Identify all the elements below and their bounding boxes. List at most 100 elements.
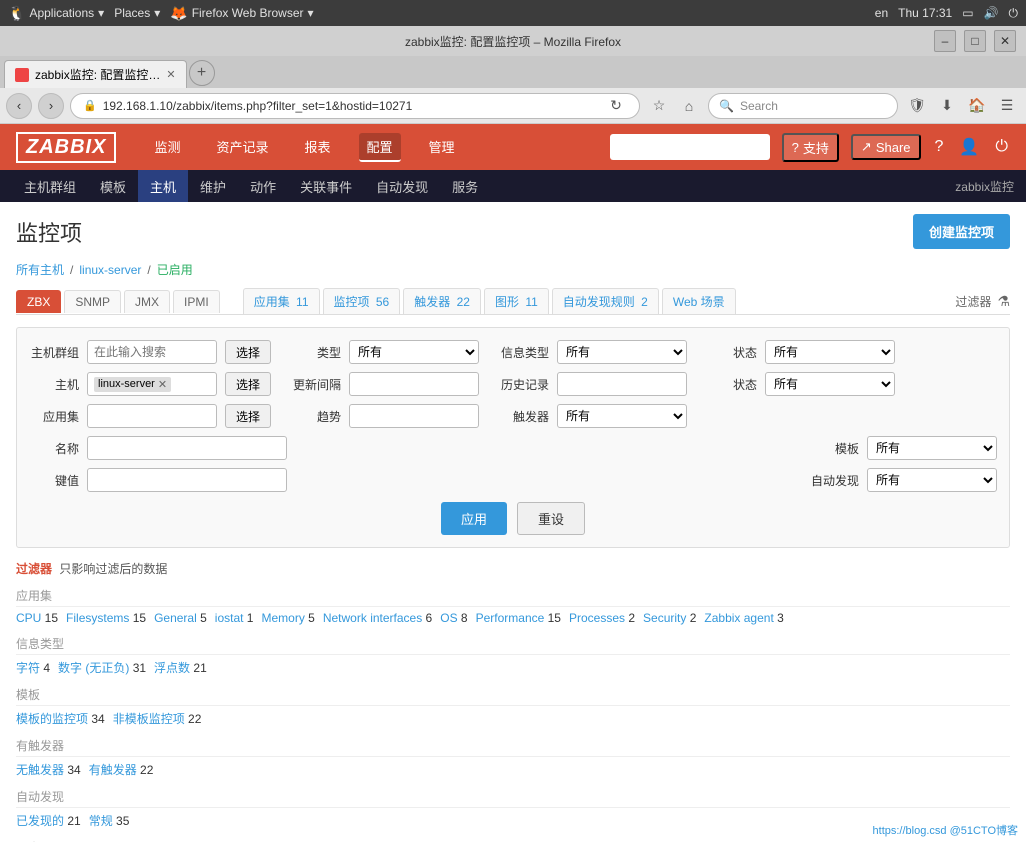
history-input[interactable]: [557, 372, 687, 396]
tab-web-scenarios[interactable]: Web 场景: [662, 288, 736, 314]
info-type-unsigned[interactable]: 数字 (无正负): [58, 661, 129, 675]
minimize-button[interactable]: –: [934, 30, 956, 52]
filter-group-template: 模板 所有: [809, 436, 997, 460]
app-set-link-general[interactable]: General: [154, 611, 197, 625]
tab-graphs[interactable]: 图形 11: [484, 288, 549, 314]
interval-input[interactable]: [349, 372, 479, 396]
status2-select[interactable]: 所有: [765, 372, 895, 396]
maximize-button[interactable]: □: [964, 30, 986, 52]
subnav-templates[interactable]: 模板: [88, 170, 138, 202]
tab-appsets[interactable]: 应用集 11: [243, 288, 320, 314]
create-item-button[interactable]: 创建监控项: [913, 214, 1010, 249]
appset-input[interactable]: [87, 404, 217, 428]
breadcrumb-host[interactable]: linux-server: [79, 263, 141, 277]
badge-ipmi[interactable]: IPMI: [173, 290, 220, 313]
zabbix-logo[interactable]: ZABBIX: [16, 132, 116, 163]
bookmark-icon[interactable]: ☆: [646, 93, 672, 119]
reset-filter-button[interactable]: 重设: [517, 502, 585, 535]
tab-discovery-rules[interactable]: 自动发现规则 2: [552, 288, 659, 314]
autodiscovery-select[interactable]: 所有: [867, 468, 997, 492]
trend-input[interactable]: [349, 404, 479, 428]
app-set-link-os[interactable]: OS: [440, 611, 457, 625]
share-button[interactable]: ↗ Share: [851, 134, 921, 160]
url-bar[interactable]: 🔒 192.168.1.10/zabbix/items.php?filter_s…: [70, 93, 640, 119]
badge-zbx[interactable]: ZBX: [16, 290, 61, 313]
tab-triggers[interactable]: 触发器 22: [403, 288, 481, 314]
no-triggers-link[interactable]: 无触发器: [16, 763, 64, 777]
download-icon[interactable]: ⬇: [934, 93, 960, 119]
non-template-items-link[interactable]: 非模板监控项: [113, 712, 185, 726]
nav-reports[interactable]: 报表: [296, 133, 338, 162]
appset-select-btn[interactable]: 选择: [225, 404, 271, 428]
breadcrumb-all-hosts[interactable]: 所有主机: [16, 261, 64, 278]
trigger-select[interactable]: 所有: [557, 404, 687, 428]
host-tag-remove[interactable]: ✕: [158, 378, 167, 391]
home2-icon[interactable]: 🏠: [964, 93, 990, 119]
applications-menu[interactable]: 🐧 Applications ▾: [8, 5, 104, 22]
close-button[interactable]: ✕: [994, 30, 1016, 52]
template-select[interactable]: 所有: [867, 436, 997, 460]
help-icon[interactable]: ?: [933, 136, 946, 158]
template-items-link[interactable]: 模板的监控项: [16, 712, 88, 726]
power-icon[interactable]: ⏻: [1009, 6, 1019, 21]
active-tab[interactable]: zabbix监控: 配置监控… ✕: [4, 60, 187, 88]
filter-icon[interactable]: ⚗: [997, 293, 1010, 310]
subnav-actions[interactable]: 动作: [238, 170, 288, 202]
info-type-float[interactable]: 浮点数: [154, 661, 190, 675]
badge-jmx[interactable]: JMX: [124, 290, 170, 313]
support-button[interactable]: ? 支持: [782, 133, 839, 162]
menu-icon[interactable]: ☰: [994, 93, 1020, 119]
logout-icon[interactable]: ⏻: [993, 136, 1010, 158]
shield-icon[interactable]: 🛡: [904, 93, 930, 119]
screen-icon[interactable]: ▭: [962, 6, 973, 20]
host-select-btn[interactable]: 选择: [225, 372, 271, 396]
app-set-link-iostat[interactable]: iostat: [215, 611, 244, 625]
has-triggers-link[interactable]: 有触发器: [89, 763, 137, 777]
app-set-link-netinterfaces[interactable]: Network interfaces: [323, 611, 422, 625]
subnav-services[interactable]: 服务: [440, 170, 490, 202]
subnav-discovery[interactable]: 自动发现: [364, 170, 440, 202]
app-set-link-cpu[interactable]: CPU: [16, 611, 41, 625]
badge-snmp[interactable]: SNMP: [64, 290, 121, 313]
new-tab-button[interactable]: +: [189, 60, 215, 86]
forward-button[interactable]: ›: [38, 93, 64, 119]
volume-icon[interactable]: 🔊: [984, 6, 999, 20]
info-type-select[interactable]: 所有: [557, 340, 687, 364]
home-icon[interactable]: ⌂: [676, 93, 702, 119]
subnav-events[interactable]: 关联事件: [288, 170, 364, 202]
browser-menu[interactable]: 🦊 Firefox Web Browser ▾: [170, 5, 313, 22]
browser-search-bar[interactable]: 🔍 Search: [708, 93, 898, 119]
app-set-link-processes[interactable]: Processes: [569, 611, 625, 625]
status1-select[interactable]: 所有: [765, 340, 895, 364]
tab-close-icon[interactable]: ✕: [166, 68, 175, 81]
keyval-input[interactable]: [87, 468, 287, 492]
host-group-select-btn[interactable]: 选择: [225, 340, 271, 364]
back-button[interactable]: ‹: [6, 93, 32, 119]
app-set-link-zabbixagent[interactable]: Zabbix agent: [704, 611, 773, 625]
nav-admin[interactable]: 管理: [421, 133, 463, 162]
places-menu[interactable]: Places ▾: [114, 6, 160, 20]
nav-config[interactable]: 配置: [359, 133, 401, 162]
name-input[interactable]: [87, 436, 287, 460]
app-sets-title: 应用集: [16, 587, 1010, 607]
subnav-host-groups[interactable]: 主机群组: [12, 170, 88, 202]
host-group-input[interactable]: [87, 340, 217, 364]
subnav-hosts[interactable]: 主机: [138, 170, 188, 202]
app-set-link-security[interactable]: Security: [643, 611, 686, 625]
host-tag-input[interactable]: linux-server ✕: [87, 372, 217, 396]
app-set-link-filesystems[interactable]: Filesystems: [66, 611, 129, 625]
subnav-maintenance[interactable]: 维护: [188, 170, 238, 202]
reload-button[interactable]: ↻: [605, 95, 627, 117]
tab-items[interactable]: 监控项 56: [323, 288, 401, 314]
apply-filter-button[interactable]: 应用: [441, 502, 507, 535]
zabbix-search-input[interactable]: [610, 134, 770, 160]
regular-link[interactable]: 常规: [89, 814, 113, 828]
info-type-char[interactable]: 字符: [16, 661, 40, 675]
nav-monitor[interactable]: 监测: [146, 133, 188, 162]
nav-assets[interactable]: 资产记录: [208, 133, 276, 162]
user-icon[interactable]: 👤: [957, 135, 981, 159]
app-set-link-memory[interactable]: Memory: [261, 611, 304, 625]
app-set-link-performance[interactable]: Performance: [476, 611, 545, 625]
discovered-link[interactable]: 已发现的: [16, 814, 64, 828]
type-select[interactable]: 所有: [349, 340, 479, 364]
